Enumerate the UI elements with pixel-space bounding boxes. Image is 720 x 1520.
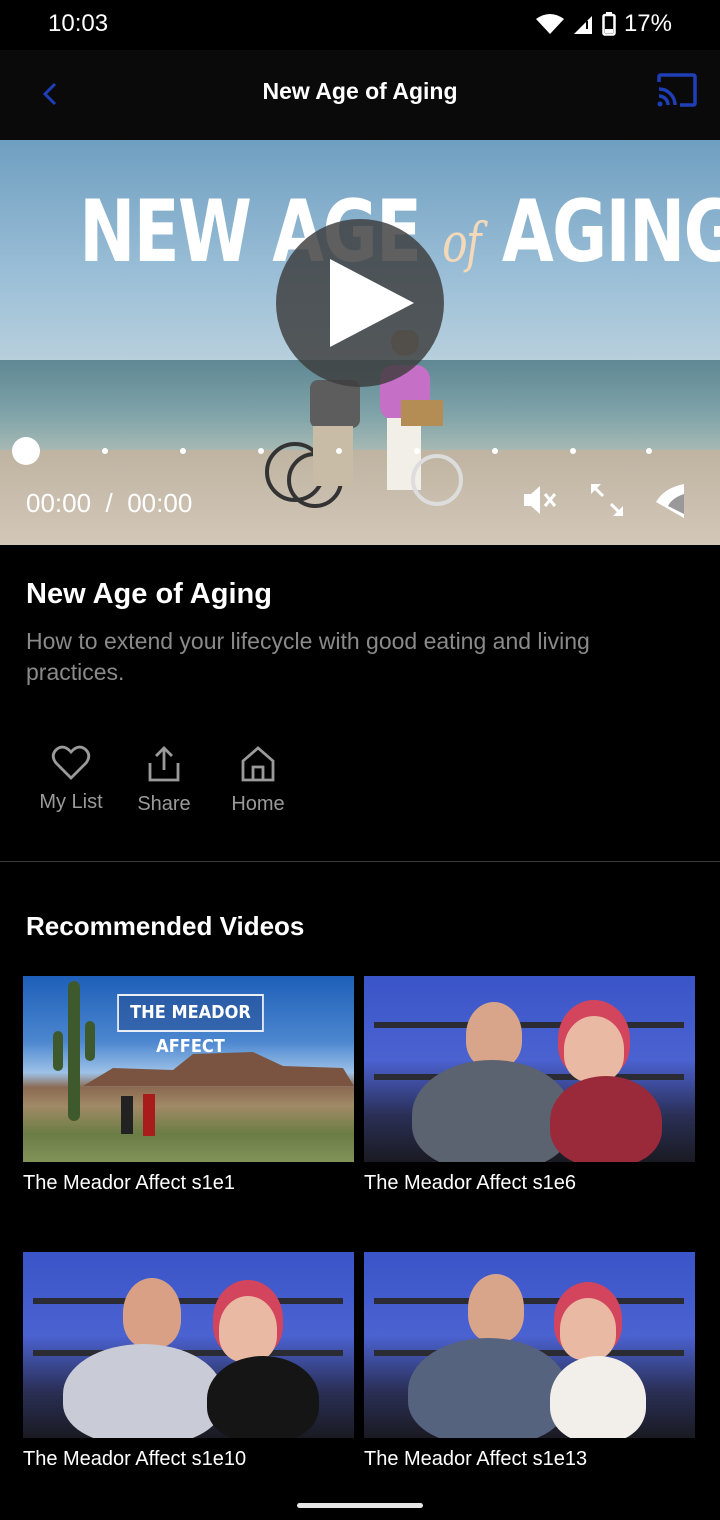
play-icon: [330, 259, 414, 347]
thumbnail-person: [466, 1002, 522, 1068]
wifi-icon: [535, 14, 564, 34]
video-player[interactable]: NEW AGE of AGING 00:00 / 00:00: [0, 140, 720, 545]
video-label: The Meador Affect s1e10: [23, 1448, 247, 1470]
time-readout: 00:00 / 00:00: [26, 488, 192, 519]
seek-thumb[interactable]: [12, 437, 40, 465]
play-button[interactable]: [276, 219, 444, 387]
seek-marker: [336, 448, 342, 454]
battery-icon: [602, 12, 616, 36]
my-list-label: My List: [39, 791, 103, 813]
app-bar: New Age of Aging: [0, 50, 720, 140]
seek-marker: [492, 448, 498, 454]
thumbnail-person: [123, 1278, 181, 1348]
thumbnail-person: [564, 1016, 624, 1082]
thumbnail-person: [219, 1296, 277, 1362]
video-description: How to extend your lifecycle with good e…: [26, 628, 590, 685]
thumbnail-person: [550, 1076, 662, 1162]
video-label: The Meador Affect s1e13: [364, 1448, 588, 1470]
home-icon: [241, 746, 275, 782]
thumbnail-person: [468, 1274, 524, 1342]
share-icon: [148, 746, 180, 782]
video-thumbnail: [364, 1252, 695, 1438]
home-label: Home: [231, 793, 285, 815]
cast-button[interactable]: [656, 72, 698, 112]
section-divider: [0, 861, 720, 862]
seek-marker: [646, 448, 652, 454]
thumbnail-shelf: [374, 1022, 684, 1028]
fullscreen-button[interactable]: [587, 480, 627, 520]
recommended-item[interactable]: The Meador Affect s1e6: [364, 976, 695, 1195]
recommended-item[interactable]: The Meador Affect s1e13: [364, 1252, 695, 1471]
cast-icon: [657, 73, 697, 107]
thumbnail-person: [560, 1298, 616, 1360]
fullscreen-icon: [591, 484, 623, 516]
share-label: Share: [137, 793, 191, 815]
status-bar: 10:03 17%: [0, 0, 720, 50]
thumbnail-person: [207, 1356, 319, 1438]
action-row: My List Share Home: [0, 745, 720, 825]
status-time: 10:03: [48, 10, 109, 37]
time-total: 00:00: [127, 488, 193, 518]
home-indicator[interactable]: [297, 1503, 423, 1508]
status-icons: 17%: [535, 10, 672, 38]
recommended-item[interactable]: THE MEADOR AFFECT The Meador Affect s1e1: [23, 976, 354, 1195]
video-thumbnail: [23, 1252, 354, 1438]
seek-marker: [180, 448, 186, 454]
thumbnail-shelf: [33, 1298, 343, 1304]
mute-button[interactable]: [520, 480, 560, 520]
thumbnail-person: [63, 1344, 223, 1438]
recommended-item[interactable]: The Meador Affect s1e10: [23, 1252, 354, 1471]
time-separator: /: [105, 488, 113, 518]
thumbnail-person: [550, 1356, 646, 1438]
thumbnail-person: [412, 1060, 572, 1162]
thumbnail-person: [408, 1338, 568, 1438]
video-thumbnail: [364, 976, 695, 1162]
cast-signal-button[interactable]: [652, 480, 692, 520]
battery-percent: 17%: [623, 10, 672, 37]
seek-marker: [414, 448, 420, 454]
video-thumbnail: THE MEADOR AFFECT: [23, 976, 354, 1162]
home-button[interactable]: Home: [224, 745, 292, 816]
heart-icon: [51, 745, 91, 780]
seek-marker: [258, 448, 264, 454]
video-label: The Meador Affect s1e1: [23, 1172, 235, 1194]
mute-icon: [524, 486, 557, 514]
recommended-title: Recommended Videos: [26, 911, 305, 941]
seek-bar[interactable]: [26, 448, 666, 454]
my-list-button[interactable]: My List: [36, 745, 106, 814]
share-button[interactable]: Share: [130, 745, 198, 816]
seek-marker: [102, 448, 108, 454]
page-title: New Age of Aging: [262, 78, 458, 104]
video-title: New Age of Aging: [26, 578, 272, 610]
signal-icon: [573, 16, 592, 34]
cast-signal-icon: [656, 484, 684, 518]
seek-marker: [570, 448, 576, 454]
video-label: The Meador Affect s1e6: [364, 1172, 576, 1194]
thumbnail-scene: [53, 981, 354, 1136]
time-current: 00:00: [26, 488, 92, 518]
thumbnail-shelf: [374, 1298, 684, 1304]
